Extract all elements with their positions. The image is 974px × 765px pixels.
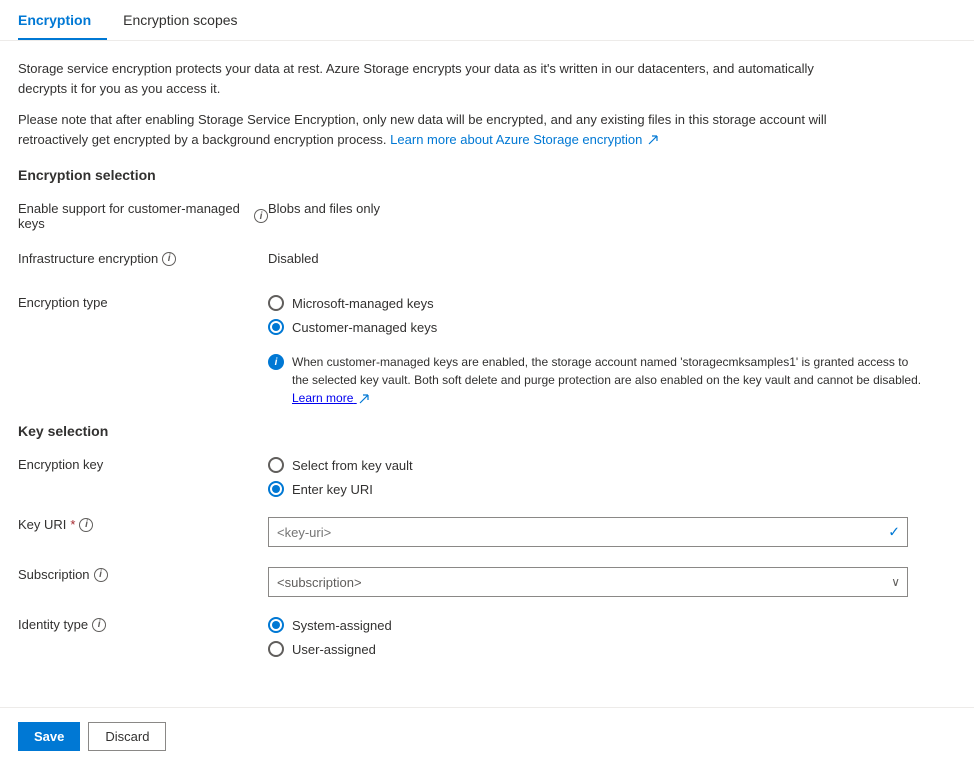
- user-assigned-option[interactable]: User-assigned: [268, 641, 956, 657]
- enter-key-uri-radio[interactable]: [268, 481, 284, 497]
- learn-more-link[interactable]: Learn more about Azure Storage encryptio…: [390, 132, 658, 147]
- tab-bar: Encryption Encryption scopes: [0, 0, 974, 41]
- subscription-select-container: <subscription> ∨: [268, 567, 908, 597]
- identity-type-info-icon[interactable]: i: [92, 618, 106, 632]
- identity-type-options: System-assigned User-assigned: [268, 613, 956, 657]
- discard-button[interactable]: Discard: [88, 722, 166, 751]
- user-assigned-label: User-assigned: [292, 642, 376, 657]
- key-uri-input-container: ✓: [268, 517, 908, 547]
- customer-keys-row: Enable support for customer-managed keys…: [18, 197, 956, 231]
- save-button[interactable]: Save: [18, 722, 80, 751]
- subscription-select[interactable]: <subscription>: [268, 567, 908, 597]
- key-uri-check-mark: ✓: [888, 524, 900, 541]
- subscription-row: Subscription i <subscription> ∨: [18, 563, 956, 597]
- tab-encryption-scopes[interactable]: Encryption scopes: [123, 0, 253, 40]
- user-assigned-radio[interactable]: [268, 641, 284, 657]
- subscription-info-icon[interactable]: i: [94, 568, 108, 582]
- key-uri-input-wrapper: ✓: [268, 513, 956, 547]
- enter-key-uri-option[interactable]: Enter key URI: [268, 481, 956, 497]
- key-uri-label: Key URI * i: [18, 513, 268, 532]
- customer-managed-keys-radio[interactable]: [268, 319, 284, 335]
- select-from-vault-label: Select from key vault: [292, 458, 413, 473]
- customer-managed-info-box: i When customer-managed keys are enabled…: [268, 353, 928, 407]
- microsoft-managed-keys-option[interactable]: Microsoft-managed keys: [268, 295, 956, 311]
- subscription-label: Subscription i: [18, 563, 268, 582]
- info-box-icon: i: [268, 354, 284, 370]
- enter-key-uri-label: Enter key URI: [292, 482, 373, 497]
- info-box-text: When customer-managed keys are enabled, …: [292, 353, 928, 407]
- system-assigned-option[interactable]: System-assigned: [268, 617, 956, 633]
- subscription-dropdown-wrapper: <subscription> ∨: [268, 563, 956, 597]
- customer-managed-keys-option[interactable]: Customer-managed keys: [268, 319, 956, 335]
- external-link-icon: [648, 135, 658, 145]
- microsoft-managed-keys-radio[interactable]: [268, 295, 284, 311]
- customer-keys-label: Enable support for customer-managed keys…: [18, 197, 268, 231]
- tab-encryption[interactable]: Encryption: [18, 0, 107, 40]
- footer: Save Discard: [0, 707, 974, 765]
- encryption-type-options: Microsoft-managed keys Customer-managed …: [268, 291, 956, 407]
- key-uri-required-star: *: [70, 517, 75, 532]
- encryption-key-label: Encryption key: [18, 453, 268, 472]
- infrastructure-encryption-label: Infrastructure encryption i: [18, 247, 268, 266]
- select-from-vault-option[interactable]: Select from key vault: [268, 457, 956, 473]
- encryption-key-row: Encryption key Select from key vault Ent…: [18, 453, 956, 497]
- infrastructure-encryption-row: Infrastructure encryption i Disabled: [18, 247, 956, 275]
- learn-more-cmk-link[interactable]: Learn more: [292, 391, 369, 405]
- system-assigned-radio[interactable]: [268, 617, 284, 633]
- encryption-key-options: Select from key vault Enter key URI: [268, 453, 956, 497]
- key-uri-input[interactable]: [268, 517, 908, 547]
- infrastructure-value: Disabled: [268, 247, 956, 266]
- select-from-vault-radio[interactable]: [268, 457, 284, 473]
- note-text: Please note that after enabling Storage …: [18, 110, 838, 149]
- customer-keys-value: Blobs and files only: [268, 197, 956, 216]
- customer-keys-info-icon[interactable]: i: [254, 209, 268, 223]
- main-description: Storage service encryption protects your…: [18, 59, 838, 98]
- microsoft-managed-keys-label: Microsoft-managed keys: [292, 296, 434, 311]
- encryption-selection-header: Encryption selection: [18, 167, 956, 183]
- identity-type-label: Identity type i: [18, 613, 268, 632]
- cmk-external-link-icon: [359, 394, 369, 404]
- key-selection-header: Key selection: [18, 423, 956, 439]
- infrastructure-info-icon[interactable]: i: [162, 252, 176, 266]
- identity-type-row: Identity type i System-assigned User-ass…: [18, 613, 956, 657]
- customer-managed-keys-label: Customer-managed keys: [292, 320, 437, 335]
- system-assigned-label: System-assigned: [292, 618, 392, 633]
- key-uri-info-icon[interactable]: i: [79, 518, 93, 532]
- encryption-type-row: Encryption type Microsoft-managed keys C…: [18, 291, 956, 407]
- encryption-type-label: Encryption type: [18, 291, 268, 310]
- key-uri-row: Key URI * i ✓: [18, 513, 956, 547]
